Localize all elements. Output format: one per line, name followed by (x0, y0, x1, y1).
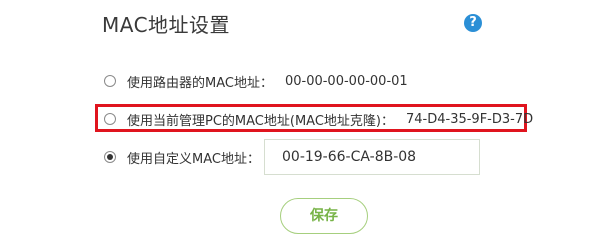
radio-clone-pc-mac[interactable] (104, 113, 116, 125)
page-title: MAC地址设置 (102, 13, 231, 37)
question-mark-icon[interactable]: ? (464, 14, 482, 32)
pc-mac-value: 74-D4-35-9F-D3-7D (405, 111, 534, 127)
option-label-clone-pc-mac: 使用当前管理PC的MAC地址(MAC地址克隆)： (127, 113, 394, 129)
custom-mac-input[interactable] (264, 139, 480, 175)
option-clone-pc-mac[interactable]: 使用当前管理PC的MAC地址(MAC地址克隆)： 74-D4-35-9F-D3-… (104, 108, 533, 130)
option-label-custom-mac: 使用自定义MAC地址： (127, 151, 260, 167)
radio-custom-mac[interactable] (104, 151, 116, 163)
router-mac-value: 00-00-00-00-00-01 (284, 73, 408, 89)
save-button[interactable]: 保存 (280, 198, 368, 234)
option-label-router-mac: 使用路由器的MAC地址： (127, 75, 273, 91)
option-router-mac[interactable]: 使用路由器的MAC地址： 00-00-00-00-00-01 (104, 70, 408, 92)
radio-router-mac[interactable] (104, 75, 116, 87)
option-custom-mac[interactable]: 使用自定义MAC地址： (104, 146, 260, 168)
